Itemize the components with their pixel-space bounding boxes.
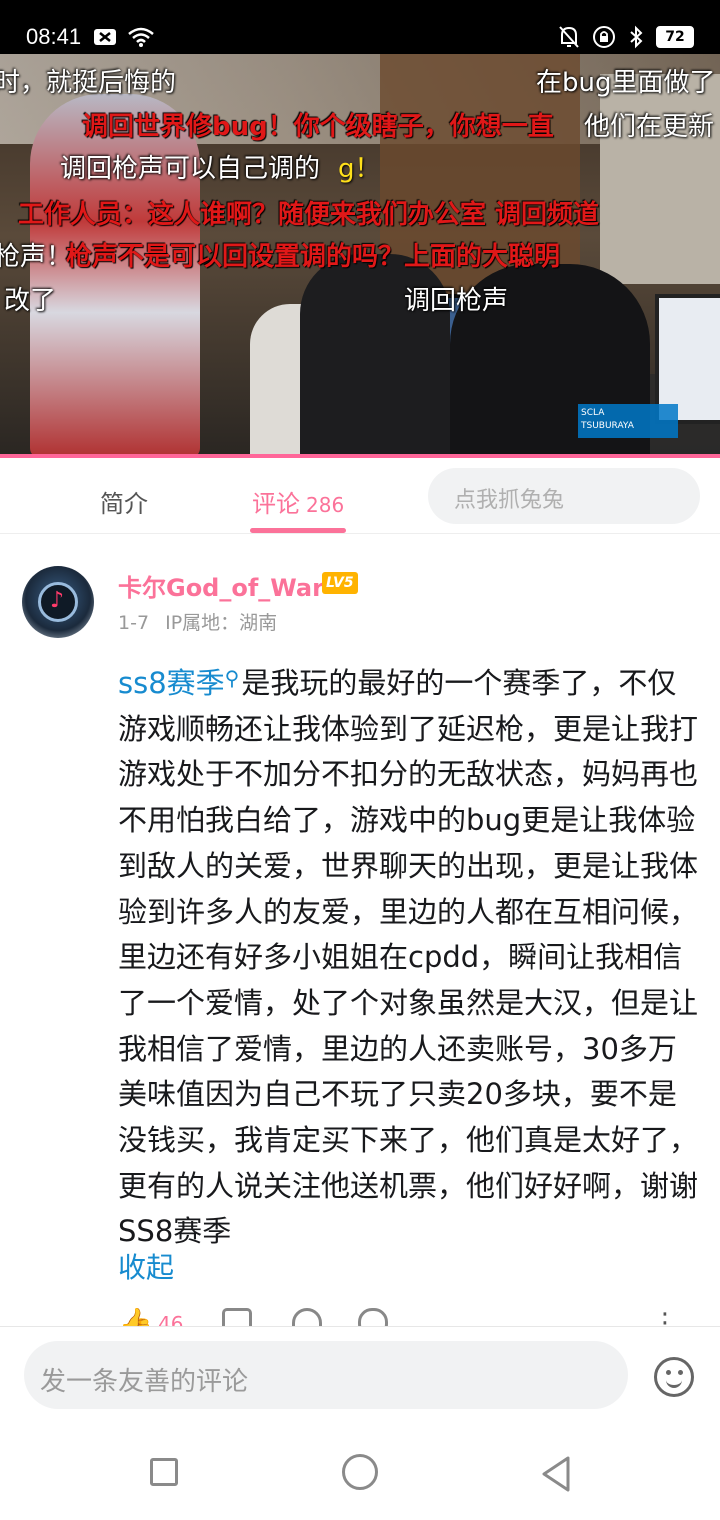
search-icon: ⚲ xyxy=(224,666,240,690)
avatar[interactable]: ♪ xyxy=(22,566,94,638)
emoji-eye xyxy=(666,1370,671,1375)
lock-rotation-icon xyxy=(593,26,615,48)
bluetooth-icon xyxy=(630,25,643,49)
comment-input-placeholder: 发一条友善的评论 xyxy=(40,1367,249,1397)
tab-comments-count: 286 xyxy=(306,493,345,517)
comment-meta: 1-7 IP属地：湖南 xyxy=(118,608,277,635)
reply-icon[interactable] xyxy=(358,1308,388,1328)
comment-text: ss8赛季⚲是我玩的最好的一个赛季了，不仅游戏顺畅还让我体验到了延迟枪，更是让我… xyxy=(118,656,702,1255)
tab-active-indicator xyxy=(250,528,346,533)
danmaku-comment: 枪声不是可以回设置调的吗？上面的大聪明 xyxy=(66,242,561,272)
tab-intro[interactable]: 简介 xyxy=(100,484,148,519)
emoji-mouth xyxy=(666,1380,682,1388)
system-navigation-bar xyxy=(0,1430,720,1520)
like-icon[interactable]: 👍 xyxy=(118,1306,153,1328)
tab-comments-label: 评论 xyxy=(252,490,300,518)
level-badge: LV5 xyxy=(322,572,358,594)
app-root: 08:41 72 SCLA TSUBURAYA 时，就挺后悔的 在bug里面做了… xyxy=(0,0,720,1520)
video-watermark-logo: SCLA TSUBURAYA xyxy=(578,404,678,438)
battery-icon: 72 xyxy=(656,26,694,48)
danmaku-comment: 在bug里面做了 xyxy=(536,68,716,98)
danmaku-comment: 调回枪声 xyxy=(404,286,509,316)
status-left-icons xyxy=(93,26,155,48)
tab-comments[interactable]: 评论 286 xyxy=(252,484,344,519)
danmaku-comment: 改了 xyxy=(4,286,57,316)
danmaku-input[interactable]: 点我抓兔兔 弹 ✓ xyxy=(428,468,700,524)
danmaku-comment: 时，就挺后悔的 xyxy=(0,68,177,98)
wifi-icon xyxy=(128,27,154,47)
danmaku-comment: g！ xyxy=(338,154,381,184)
video-player[interactable]: SCLA TSUBURAYA 时，就挺后悔的 在bug里面做了 调回世界修bug！… xyxy=(0,54,720,458)
danmaku-comment: 调回世界修bug！你个级瞎子，你想一直 xyxy=(82,112,554,142)
home-button[interactable] xyxy=(342,1454,378,1490)
comment-ip-location: IP属地：湖南 xyxy=(165,612,278,634)
comment-username[interactable]: 卡尔God_of_War xyxy=(118,568,324,603)
mute-bell-icon xyxy=(559,26,579,48)
tab-bar: 简介 评论286 点我抓兔兔 弹 ✓ xyxy=(0,458,720,534)
danmaku-input-placeholder: 点我抓兔兔 xyxy=(454,488,565,513)
share-icon[interactable] xyxy=(292,1308,322,1328)
collapse-button[interactable]: 收起 xyxy=(118,1246,174,1286)
dislike-icon[interactable] xyxy=(222,1308,252,1328)
music-note-icon: ♪ xyxy=(50,588,65,613)
comment-body-text: 是我玩的最好的一个赛季了，不仅游戏顺畅还让我体验到了延迟枪，更是让我打游戏处于不… xyxy=(118,666,699,1249)
danmaku-comment: 调回枪声可以自己调的 xyxy=(60,154,321,184)
more-options-icon[interactable]: ⋮ xyxy=(652,1308,678,1328)
danmaku-comment: 他们在更新 xyxy=(584,112,715,142)
comment-input[interactable]: 发一条友善的评论 xyxy=(24,1341,628,1409)
emoji-icon[interactable] xyxy=(654,1357,694,1397)
comment-actions: 👍 46 ⋮ xyxy=(0,1306,720,1328)
topic-link-label: ss8赛季 xyxy=(118,666,225,700)
emoji-eye xyxy=(678,1370,683,1375)
message-icon xyxy=(94,29,117,45)
danmaku-comment: 枪声！ xyxy=(0,242,73,272)
back-button[interactable] xyxy=(538,1454,574,1494)
status-right-icons: 72 xyxy=(558,25,694,49)
comment-compose-bar: 发一条友善的评论 xyxy=(0,1326,720,1430)
topic-link[interactable]: ss8赛季⚲ xyxy=(118,666,241,700)
status-time: 08:41 xyxy=(26,24,82,49)
comment-date: 1-7 xyxy=(118,612,150,634)
danmaku-comment: 工作人员：这人谁啊？随便来我们办公室 调回频道 xyxy=(18,200,600,230)
recent-apps-button[interactable] xyxy=(150,1458,178,1486)
